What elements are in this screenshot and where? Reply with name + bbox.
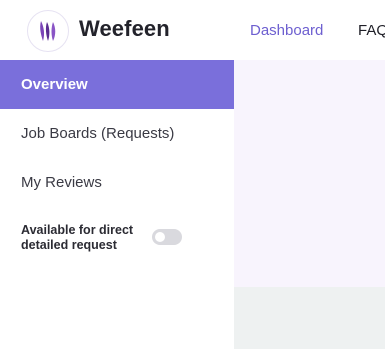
toggle-knob: [155, 232, 165, 242]
nav-faq-link[interactable]: FAQ: [358, 22, 385, 39]
sidebar-item-job-boards[interactable]: Job Boards (Requests): [0, 109, 234, 158]
feather-logo-graphic: [40, 21, 56, 41]
main-content-area: [234, 60, 385, 287]
top-header: Weefeen Dashboard FAQ: [0, 0, 385, 60]
sidebar: Overview Job Boards (Requests) My Review…: [0, 60, 234, 349]
brand-logo[interactable]: [27, 10, 69, 52]
brand-name: Weefeen: [79, 16, 170, 41]
nav-dashboard-link[interactable]: Dashboard: [250, 22, 323, 39]
main-footer-area: [234, 287, 385, 349]
sidebar-item-overview[interactable]: Overview: [0, 60, 234, 109]
feather-logo-icon: [27, 10, 69, 52]
sidebar-item-label: Job Boards (Requests): [21, 125, 175, 142]
availability-label: Available for direct detailed request: [21, 223, 134, 252]
sidebar-item-label: My Reviews: [21, 174, 102, 191]
top-nav: Dashboard FAQ: [250, 22, 385, 39]
sidebar-item-my-reviews[interactable]: My Reviews: [0, 158, 234, 207]
sidebar-item-label: Overview: [21, 76, 88, 93]
availability-toggle[interactable]: [152, 229, 182, 245]
